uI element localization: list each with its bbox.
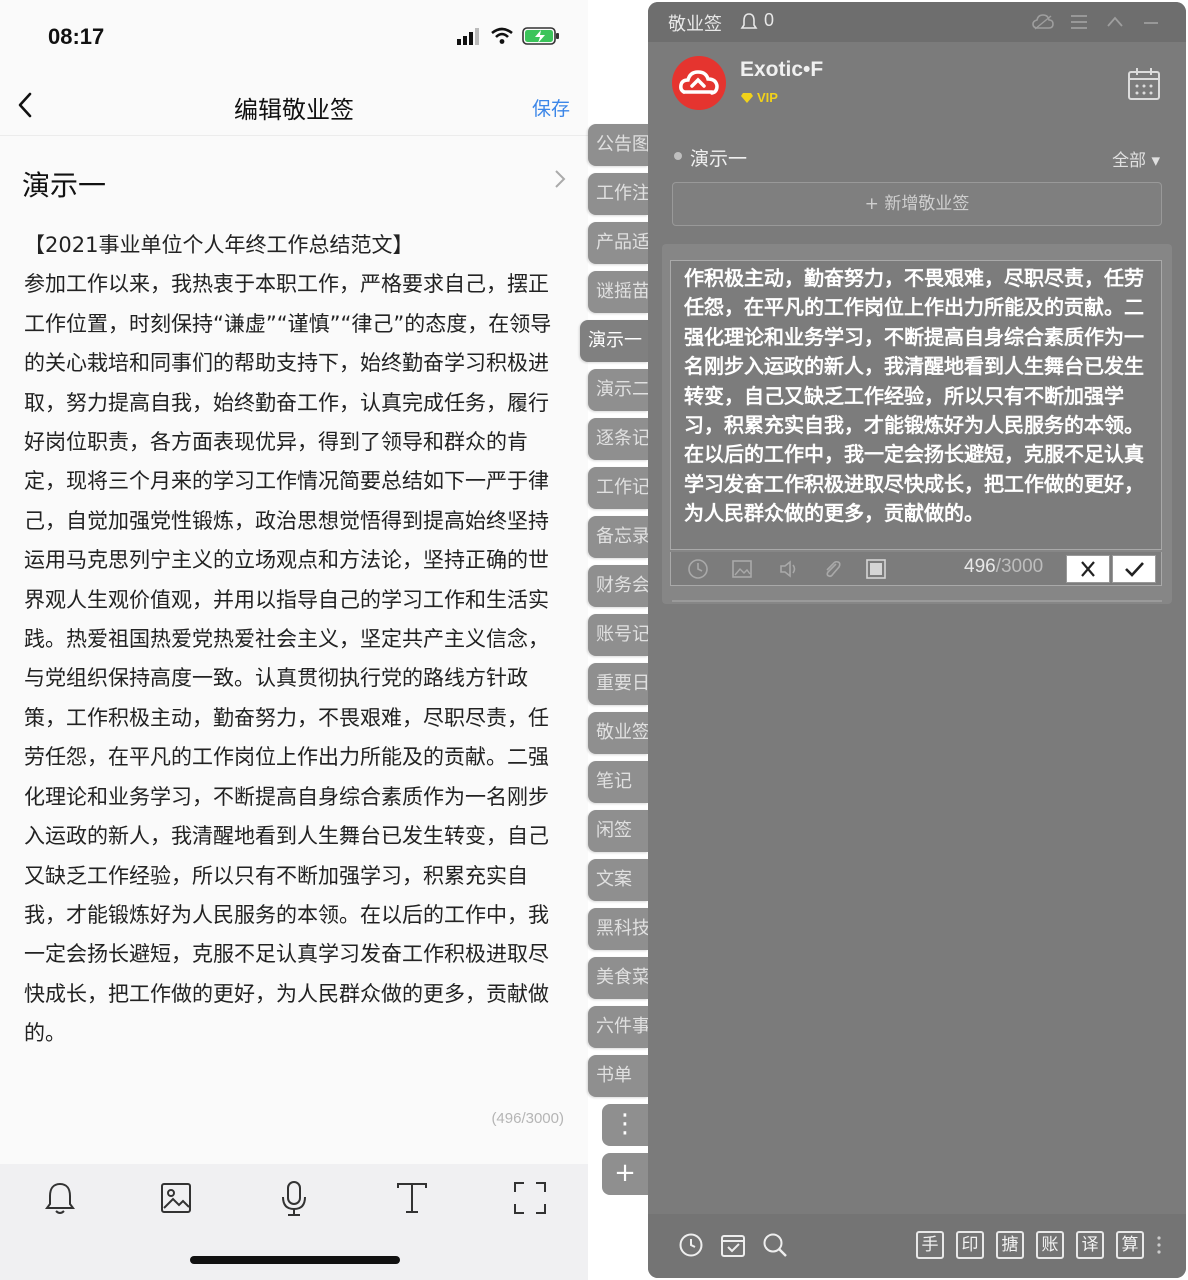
nav-bar: 编辑敬业签 保存 <box>0 76 588 136</box>
note-title-row[interactable]: 演示一 <box>0 138 588 220</box>
group-tab[interactable]: 书单 <box>588 1055 648 1097</box>
quick-action-button[interactable]: 算 <box>1116 1231 1144 1259</box>
group-tab[interactable]: 重要日 <box>588 663 648 705</box>
status-time: 08:17 <box>48 24 105 49</box>
group-tab[interactable]: 工作记 <box>588 467 648 509</box>
quick-action-button[interactable]: 印 <box>956 1231 984 1259</box>
cloud-sync-icon[interactable] <box>1032 12 1054 32</box>
search-icon[interactable] <box>762 1232 788 1258</box>
status-bar: 08:17 <box>0 0 588 72</box>
audio-icon[interactable] <box>777 558 799 580</box>
note-body-text[interactable]: 【2021事业单位个人年终工作总结范文】 参加工作以来，我热衷于本职工作，严格要… <box>24 226 568 1054</box>
image-icon[interactable] <box>731 558 753 580</box>
menu-icon[interactable] <box>1068 12 1090 32</box>
microphone-icon[interactable] <box>274 1178 314 1218</box>
quick-action-button[interactable]: 搪 <box>996 1231 1024 1259</box>
color-swatch-icon[interactable] <box>865 558 887 580</box>
check-icon <box>1125 562 1144 577</box>
group-tab[interactable]: 笔记 <box>588 761 648 803</box>
bell-icon[interactable] <box>740 12 758 32</box>
group-indicator <box>674 152 682 160</box>
group-tab[interactable]: 账号记 <box>588 614 648 656</box>
home-indicator <box>190 1256 400 1264</box>
vip-badge: VIP <box>740 90 778 105</box>
quick-action-button[interactable]: 账 <box>1036 1231 1064 1259</box>
collapse-icon[interactable] <box>1104 12 1126 32</box>
avatar[interactable] <box>672 56 726 110</box>
clock-icon[interactable] <box>687 558 709 580</box>
group-tab[interactable]: 六件事 <box>588 1006 648 1048</box>
char-count-max: /3000 <box>995 556 1044 577</box>
text-format-icon[interactable] <box>392 1178 432 1218</box>
note-editor-text[interactable]: 作积极主动，勤奋努力，不畏艰难，尽职尽责，任劳任怨，在平凡的工作岗位上作出力所能… <box>684 264 1144 552</box>
divider <box>672 600 1162 602</box>
logo-icon <box>679 70 719 95</box>
fullscreen-icon[interactable] <box>510 1178 550 1218</box>
group-tab[interactable]: 黑科技 <box>588 908 648 950</box>
app-title: 敬业签 <box>668 14 722 35</box>
status-icons <box>456 26 560 46</box>
quick-action-button[interactable]: 译 <box>1076 1231 1104 1259</box>
group-tab[interactable]: 美食菜 <box>588 957 648 999</box>
page-title: 编辑敬业签 <box>234 96 354 124</box>
vip-label: VIP <box>757 90 778 105</box>
group-tab[interactable]: 敬业签 <box>588 712 648 754</box>
more-tabs-button[interactable]: ⋮ <box>602 1104 648 1146</box>
bottom-bar: 手印搪账译算 <box>648 1214 1186 1278</box>
signal-icon <box>457 28 479 45</box>
chevron-right-icon <box>555 170 566 188</box>
task-list-icon[interactable] <box>720 1232 746 1258</box>
group-tab[interactable]: 逐条记 <box>588 418 648 460</box>
group-tab[interactable]: 工作注 <box>588 173 648 215</box>
group-tab[interactable]: 文案 <box>588 859 648 901</box>
notification-count: 0 <box>764 10 775 30</box>
close-icon <box>1081 561 1095 577</box>
save-button[interactable]: 保存 <box>532 94 570 121</box>
diamond-icon <box>741 92 753 103</box>
username: Exotic•F <box>740 58 824 81</box>
image-icon[interactable] <box>156 1178 196 1218</box>
calendar-icon[interactable] <box>1126 66 1162 102</box>
group-tab[interactable]: 谜摇苗 <box>588 271 648 313</box>
add-tab-button[interactable]: + <box>602 1153 648 1195</box>
note-title: 演示一 <box>22 169 107 202</box>
clock-icon[interactable] <box>678 1232 704 1258</box>
quick-action-button[interactable]: 手 <box>916 1231 944 1259</box>
char-count-current: 496 <box>964 556 996 577</box>
wifi-icon <box>491 27 513 44</box>
more-vertical-icon[interactable] <box>1154 1232 1164 1258</box>
mobile-app: 08:17 编辑敬业签 保存 演示一 【2021事业单位个人年终工作总结范文】 … <box>0 0 588 1280</box>
cancel-button[interactable] <box>1066 555 1110 583</box>
group-tab[interactable]: 备忘录 <box>588 516 648 558</box>
attachment-icon[interactable] <box>821 558 843 580</box>
group-tab[interactable]: 财务会 <box>588 565 648 607</box>
group-tab[interactable]: 演示一 <box>580 320 648 362</box>
group-name: 演示一 <box>690 148 748 170</box>
char-count: (496/3000) <box>491 1110 564 1127</box>
group-tab[interactable]: 公告图 <box>588 124 648 166</box>
group-tab[interactable]: 演示二 <box>588 369 648 411</box>
filter-dropdown[interactable]: 全部 ▾ <box>1112 146 1160 171</box>
group-tab[interactable]: 产品适 <box>588 222 648 264</box>
minimize-icon[interactable] <box>1140 12 1162 32</box>
editor-char-count: 496/3000 <box>964 556 1043 578</box>
desktop-widget: 敬业签 0 Exotic•F VIP 演示一 全部 ▾ + 新增敬业签 作积极主… <box>648 2 1186 1278</box>
group-tab[interactable]: 闲签 <box>588 810 648 852</box>
bell-icon[interactable] <box>40 1178 80 1218</box>
title-bar: 敬业签 0 <box>648 2 1186 42</box>
battery-charging-icon <box>522 27 559 45</box>
new-note-button[interactable]: + 新增敬业签 <box>672 182 1162 226</box>
confirm-button[interactable] <box>1112 555 1156 583</box>
